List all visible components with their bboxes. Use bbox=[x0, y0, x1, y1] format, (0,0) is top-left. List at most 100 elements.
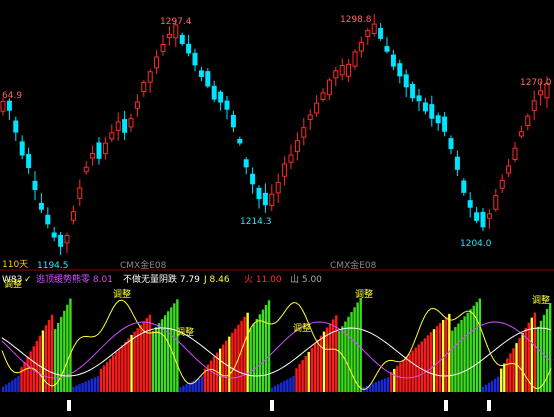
signal-marker bbox=[444, 400, 448, 411]
candle-body bbox=[109, 132, 115, 140]
indicator-bar bbox=[121, 345, 124, 392]
candle-body bbox=[333, 70, 339, 79]
indicator-bar bbox=[234, 328, 237, 392]
indicator-bar bbox=[506, 358, 509, 392]
indicator-bar bbox=[212, 356, 216, 392]
candle-body bbox=[147, 71, 153, 83]
candle-body bbox=[429, 104, 435, 119]
candle-body bbox=[179, 34, 185, 44]
indicator-bar bbox=[298, 364, 301, 392]
indicator-bar bbox=[408, 353, 411, 392]
candle-body bbox=[301, 127, 307, 138]
label-low-3: 1204.0 bbox=[460, 239, 492, 249]
tag-6: 调整 bbox=[532, 294, 550, 306]
indicator-bar bbox=[536, 326, 540, 392]
candle-body bbox=[288, 154, 294, 163]
period-label: 110天 bbox=[2, 260, 28, 270]
indicator-bar bbox=[405, 356, 408, 392]
indicator-bar bbox=[338, 331, 341, 392]
indicator-bar bbox=[209, 360, 213, 392]
candle-body bbox=[58, 234, 64, 247]
indicator-bar bbox=[454, 327, 457, 392]
indicator-bar bbox=[500, 368, 503, 392]
candle-body bbox=[442, 116, 448, 132]
candle-body bbox=[115, 121, 121, 131]
indicator-bar bbox=[23, 361, 26, 392]
indicator-bar bbox=[35, 340, 39, 392]
indicator-bar bbox=[286, 379, 289, 392]
indicator-bar bbox=[90, 378, 94, 392]
candle-body bbox=[499, 179, 505, 189]
indicator-bar bbox=[102, 365, 106, 392]
indicator-bar bbox=[218, 348, 222, 392]
candle-body bbox=[83, 166, 89, 173]
candle-body bbox=[160, 44, 166, 52]
indicator-bar bbox=[258, 314, 262, 392]
indicator-bar bbox=[289, 377, 292, 392]
indicator-bar bbox=[185, 384, 188, 392]
indicator-bar bbox=[115, 351, 118, 392]
legend-item-4: 火 11.00 bbox=[244, 274, 282, 285]
candle-body bbox=[166, 33, 172, 38]
tag-5: 调整 bbox=[355, 288, 373, 300]
indicator-bar bbox=[426, 335, 430, 392]
indicator-bar bbox=[200, 376, 204, 392]
indicator-legend: W83 ✓ 逃顶缓势熊零 8.01 不做无量阴跌 7.79 J 8.46 火 1… bbox=[2, 273, 322, 285]
candle-body bbox=[314, 102, 320, 114]
candle-body bbox=[422, 102, 428, 112]
candle-body bbox=[403, 74, 409, 88]
indicator-bar bbox=[130, 334, 133, 392]
indicator-bar bbox=[396, 365, 399, 392]
indicator-bar bbox=[359, 297, 362, 392]
indicator-bar bbox=[41, 330, 45, 392]
indicator-bar bbox=[11, 380, 14, 392]
indicator-bar bbox=[283, 381, 286, 392]
legend-item-3: J 8.46 bbox=[203, 275, 230, 285]
indicator-bar bbox=[344, 321, 347, 392]
indicator-bar bbox=[380, 379, 384, 392]
candle-body bbox=[384, 46, 390, 52]
indicator-bar bbox=[93, 377, 97, 392]
candle-body bbox=[96, 142, 102, 159]
candle-body bbox=[410, 83, 416, 99]
label-right: 1270.0 bbox=[520, 78, 552, 88]
indicator-bar bbox=[225, 340, 228, 392]
candle-body bbox=[154, 56, 160, 69]
indicator-bar bbox=[371, 383, 375, 392]
indicator-bar bbox=[356, 302, 359, 392]
label-low-2: 1214.3 bbox=[240, 217, 272, 227]
indicator-bar bbox=[542, 314, 546, 392]
label-low-1: 1194.5 bbox=[37, 261, 69, 271]
indicator-bar bbox=[53, 329, 57, 392]
candle-body bbox=[256, 187, 262, 200]
candle-body bbox=[122, 119, 128, 133]
indicator-bar bbox=[63, 310, 66, 392]
candle-body bbox=[32, 180, 38, 190]
indicator-bar bbox=[435, 326, 439, 392]
indicator-bar bbox=[69, 298, 72, 392]
legend-chevron-icon[interactable]: ✓ bbox=[24, 275, 32, 285]
candle-body bbox=[512, 147, 518, 160]
indicator-bar bbox=[154, 327, 158, 392]
signal-marker bbox=[270, 400, 274, 411]
candle-body bbox=[192, 52, 198, 66]
candle-body bbox=[339, 65, 345, 76]
indicator-bar bbox=[136, 328, 139, 392]
indicator-bar bbox=[414, 347, 417, 392]
candle-body bbox=[365, 30, 371, 37]
indicator-bar bbox=[127, 338, 130, 392]
candle-body bbox=[275, 181, 281, 194]
indicator-bar bbox=[145, 317, 149, 392]
candle-body bbox=[237, 138, 243, 144]
indicator-bar bbox=[490, 380, 494, 392]
indicator-bar bbox=[133, 331, 136, 392]
candle-body bbox=[186, 43, 192, 54]
indicator-bar bbox=[231, 332, 234, 392]
indicator-bar bbox=[243, 316, 246, 392]
signal-marker bbox=[487, 400, 491, 411]
indicator-bar bbox=[332, 319, 335, 392]
indicator-bar bbox=[267, 300, 271, 392]
indicator-bar bbox=[84, 381, 87, 392]
candle-body bbox=[390, 54, 396, 67]
legend-item-2: 不做无量阴跌 7.79 bbox=[123, 273, 200, 285]
